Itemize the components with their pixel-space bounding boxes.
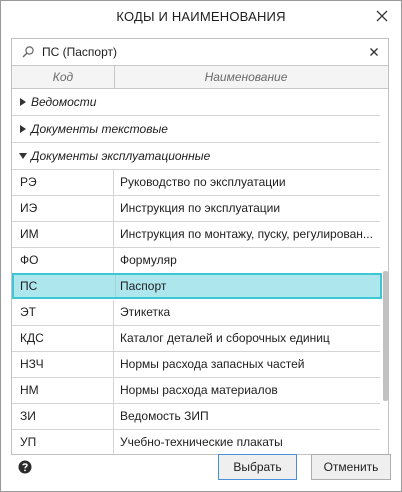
table-row[interactable]: ЗИ Ведомость ЗИП [12,404,380,430]
table-row[interactable]: ИМ Инструкция по монтажу, пуску, регулир… [12,222,380,248]
group-documents-text[interactable]: Документы текстовые [12,116,380,143]
select-button[interactable]: Выбрать [218,454,297,480]
cell-name: Инструкция по эксплуатации [120,201,281,215]
code-list: Код Наименование Ведомости Документы тек… [11,38,389,455]
group-label: Документы эксплуатационные [31,149,211,163]
list-body: Ведомости Документы текстовые Документы … [12,89,388,454]
title-bar: КОДЫ И НАИМЕНОВАНИЯ [1,1,401,32]
cell-name: Паспорт [120,279,167,293]
table-row[interactable]: НМ Нормы расхода материалов [12,378,380,404]
search-input[interactable] [42,42,362,62]
scrollbar-thumb[interactable] [383,271,388,401]
column-header: Код Наименование [12,66,388,89]
table-row[interactable]: РЭ Руководство по эксплуатации [12,170,380,196]
codes-dialog: КОДЫ И НАИМЕНОВАНИЯ Код Наименование [0,0,402,492]
collapse-triangle-icon [19,153,27,159]
cell-name: Учебно-технические плакаты [120,435,283,449]
table-row[interactable]: УП Учебно-технические плакаты [12,430,380,454]
cell-name: Ведомость ЗИП [120,409,209,423]
cell-code: НЗЧ [12,352,114,377]
vertical-scrollbar[interactable] [381,89,388,454]
table-row[interactable]: ЭТ Этикетка [12,300,380,326]
dialog-title: КОДЫ И НАИМЕНОВАНИЯ [116,9,286,24]
group-label: Ведомости [31,95,97,109]
table-row[interactable]: ИЭ Инструкция по эксплуатации [12,196,380,222]
cell-code: РЭ [12,170,114,195]
cancel-button[interactable]: Отменить [311,454,391,480]
cell-code: ЭТ [12,300,114,325]
search-bar [12,39,388,66]
cell-name: Нормы расхода запасных частей [120,357,305,371]
cell-name: Нормы расхода материалов [120,383,278,397]
cell-code: ЗИ [12,404,114,429]
cell-name: Руководство по эксплуатации [120,175,286,189]
cell-name: Каталог деталей и сборочных единиц [120,331,330,345]
close-icon [376,10,388,22]
column-header-name[interactable]: Наименование [115,66,377,88]
cell-code: УП [12,430,114,454]
cell-code: НМ [12,378,114,403]
clear-search-icon[interactable] [367,45,381,59]
expand-triangle-icon [20,125,26,133]
cell-code: ФО [12,248,114,273]
cell-code: ИМ [12,222,114,247]
cell-name: Формуляр [120,253,177,267]
cell-name: Этикетка [120,305,171,319]
table-row-selected[interactable]: ПС Паспорт [12,273,382,299]
group-documents-operational[interactable]: Документы эксплуатационные [12,143,380,170]
cell-code: КДС [12,326,114,351]
group-vedomosti[interactable]: Ведомости [12,89,380,116]
table-row[interactable]: КДС Каталог деталей и сборочных единиц [12,326,380,352]
expand-triangle-icon [20,98,26,106]
cell-name: Инструкция по монтажу, пуску, регулирова… [120,227,373,241]
help-icon[interactable] [18,460,32,474]
search-icon [22,46,34,58]
table-row[interactable]: НЗЧ Нормы расхода запасных частей [12,352,380,378]
column-header-code[interactable]: Код [12,66,115,88]
table-row[interactable]: ФО Формуляр [12,248,380,274]
group-label: Документы текстовые [31,122,168,136]
close-button[interactable] [373,7,391,25]
cell-code: ПС [14,275,116,297]
cell-code: ИЭ [12,196,114,221]
